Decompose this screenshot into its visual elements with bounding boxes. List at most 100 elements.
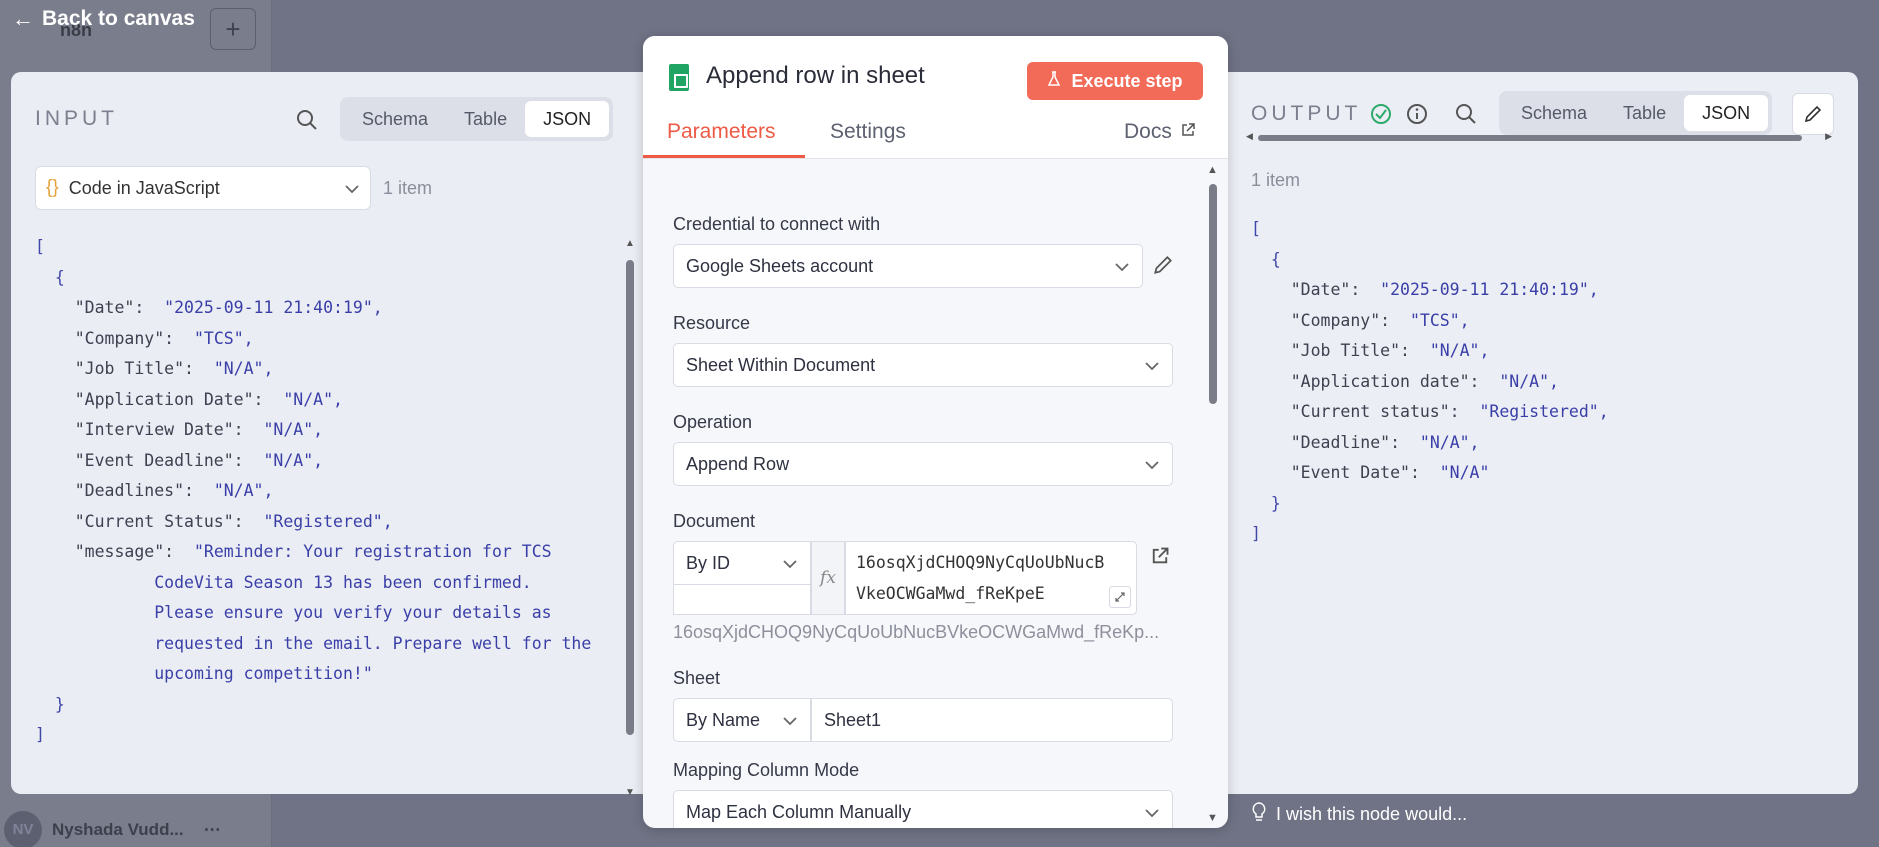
json-line: upcoming competition!" (35, 664, 373, 683)
json-line: "Current status": "Registered", (1251, 402, 1609, 421)
chevron-down-icon (1114, 256, 1130, 277)
mapping-mode-value: Map Each Column Manually (686, 801, 912, 822)
pencil-icon[interactable] (1792, 93, 1834, 135)
user-menu[interactable]: NV Nyshada Vudd... ⋯ (0, 810, 272, 847)
json-line: "Job Title": "N/A", (35, 359, 274, 378)
input-node-select[interactable]: {} Code in JavaScript (35, 166, 371, 210)
mapping-mode-select[interactable]: Map Each Column Manually (673, 790, 1173, 828)
output-view-tabs: Schema Table JSON (1499, 91, 1773, 135)
json-line: { (35, 267, 65, 287)
tab-json[interactable]: JSON (1684, 95, 1769, 131)
back-to-canvas-link[interactable]: ← Back to canvas (12, 6, 195, 32)
document-id-input[interactable]: 16osqXjdCHOQ9NyCqUoUbNucB VkeOCWGaMwd_fR… (845, 541, 1137, 615)
json-line: "Event Deadline": "N/A", (35, 450, 324, 470)
operation-value: Append Row (686, 453, 790, 474)
chevron-down-icon (344, 178, 360, 199)
json-line: [ (35, 237, 45, 256)
active-tab-indicator (643, 155, 805, 158)
output-panel: OUTPUT Schema Table JSON ◀ ▶ 1 item [ { … (1228, 72, 1858, 794)
expression-toggle[interactable]: fx (811, 541, 845, 615)
execute-step-button[interactable]: Execute step (1027, 62, 1203, 100)
code-braces-icon: {} (46, 177, 59, 198)
arrow-left-icon: ← (12, 6, 34, 31)
resource-select[interactable]: Sheet Within Document (673, 343, 1173, 387)
execute-step-label: Execute step (1071, 70, 1183, 91)
node-title[interactable]: Append row in sheet (706, 62, 925, 90)
sheet-mode-value: By Name (686, 709, 761, 730)
json-line: CodeVita Season 13 has been confirmed. (35, 572, 532, 592)
search-icon[interactable] (1452, 100, 1480, 128)
operation-label: Operation (673, 412, 753, 432)
tab-table[interactable]: Table (446, 101, 525, 137)
json-line: "message": "Reminder: Your registration … (35, 542, 552, 561)
modal-header: Append row in sheet Execute step Paramet… (643, 36, 1228, 159)
tab-schema[interactable]: Schema (344, 101, 446, 137)
json-line: [ (1251, 219, 1261, 238)
chevron-down-icon (782, 710, 798, 731)
sheet-name-value: Sheet1 (824, 709, 882, 730)
json-line: "Company": "TCS", (35, 328, 254, 348)
document-id-line1: 16osqXjdCHOQ9NyCqUoUbNucB (856, 553, 1105, 572)
tab-schema[interactable]: Schema (1503, 95, 1605, 131)
json-line: ] (35, 725, 45, 744)
mapping-mode-label: Mapping Column Mode (673, 760, 860, 780)
json-line: Please ensure you verify your details as (35, 603, 552, 622)
search-icon[interactable] (293, 106, 321, 134)
credential-select[interactable]: Google Sheets account (673, 244, 1143, 288)
feedback-prompt[interactable]: I wish this node would... (1252, 802, 1467, 827)
json-line: "Interview Date": "N/A", (35, 420, 324, 439)
input-panel: INPUT Schema Table JSON {} Code in JavaS… (11, 72, 643, 798)
document-mode-value: By ID (686, 552, 731, 573)
chevron-down-icon (782, 553, 798, 574)
json-line: "Event Date": "N/A" (1251, 463, 1490, 482)
sheet-label: Sheet (673, 668, 721, 688)
tab-json[interactable]: JSON (525, 101, 610, 137)
info-icon[interactable] (1403, 100, 1431, 128)
flask-icon (1047, 70, 1061, 92)
input-node-name: Code in JavaScript (68, 177, 220, 198)
output-item-count: 1 item (1251, 170, 1301, 190)
operation-select[interactable]: Append Row (673, 442, 1173, 486)
resource-value: Sheet Within Document (686, 354, 876, 375)
google-sheets-icon (669, 64, 689, 91)
more-icon[interactable]: ⋯ (204, 820, 221, 840)
sheet-name-input[interactable]: Sheet1 (811, 698, 1173, 742)
tab-parameters[interactable]: Parameters (667, 120, 776, 144)
json-line: } (1251, 493, 1281, 513)
tab-settings[interactable]: Settings (830, 120, 906, 144)
credential-value: Google Sheets account (686, 255, 874, 276)
resource-label: Resource (673, 313, 751, 333)
input-label: INPUT (35, 107, 118, 130)
add-node-button[interactable]: + (210, 8, 256, 50)
sheet-mode-select[interactable]: By Name (673, 698, 811, 742)
expand-icon[interactable] (1109, 586, 1131, 608)
document-id-line2: VkeOCWGaMwd_fReKpeE (856, 584, 1045, 603)
docs-link[interactable]: Docs (1124, 120, 1196, 144)
output-horizontal-scrollbar[interactable]: ◀ ▶ (1246, 131, 1832, 142)
document-label: Document (673, 511, 756, 531)
output-json-view: [ { "Date": "2025-09-11 21:40:19", "Comp… (1251, 214, 1609, 550)
document-mode-select[interactable]: By ID (673, 541, 811, 585)
json-line: ] (1251, 524, 1261, 543)
external-link-icon[interactable] (1150, 546, 1170, 571)
json-line: "Job Title": "N/A", (1251, 341, 1490, 360)
document-mode-spacer (673, 585, 811, 615)
output-label: OUTPUT (1251, 102, 1362, 125)
avatar: NV (4, 810, 42, 847)
pencil-icon[interactable] (1152, 254, 1174, 281)
chevron-down-icon (1144, 355, 1160, 376)
chevron-down-icon (1144, 454, 1160, 475)
success-check-icon (1367, 100, 1395, 128)
input-scrollbar[interactable]: ▲ ▼ (623, 238, 637, 798)
modal-scrollbar[interactable]: ▲ ▼ (1206, 164, 1220, 824)
back-to-canvas-label: Back to canvas (42, 7, 195, 30)
tab-table[interactable]: Table (1605, 95, 1684, 131)
json-line: "Deadline": "N/A", (1251, 432, 1480, 452)
json-line: "Date": "2025-09-11 21:40:19", (35, 298, 383, 317)
input-item-count: 1 item (383, 178, 433, 198)
node-parameters-modal: Append row in sheet Execute step Paramet… (643, 36, 1228, 828)
lightbulb-icon (1252, 802, 1266, 827)
feedback-label: I wish this node would... (1276, 804, 1468, 824)
json-line: "Application date": "N/A", (1251, 371, 1559, 391)
json-line: requested in the email. Prepare well for… (35, 633, 592, 653)
